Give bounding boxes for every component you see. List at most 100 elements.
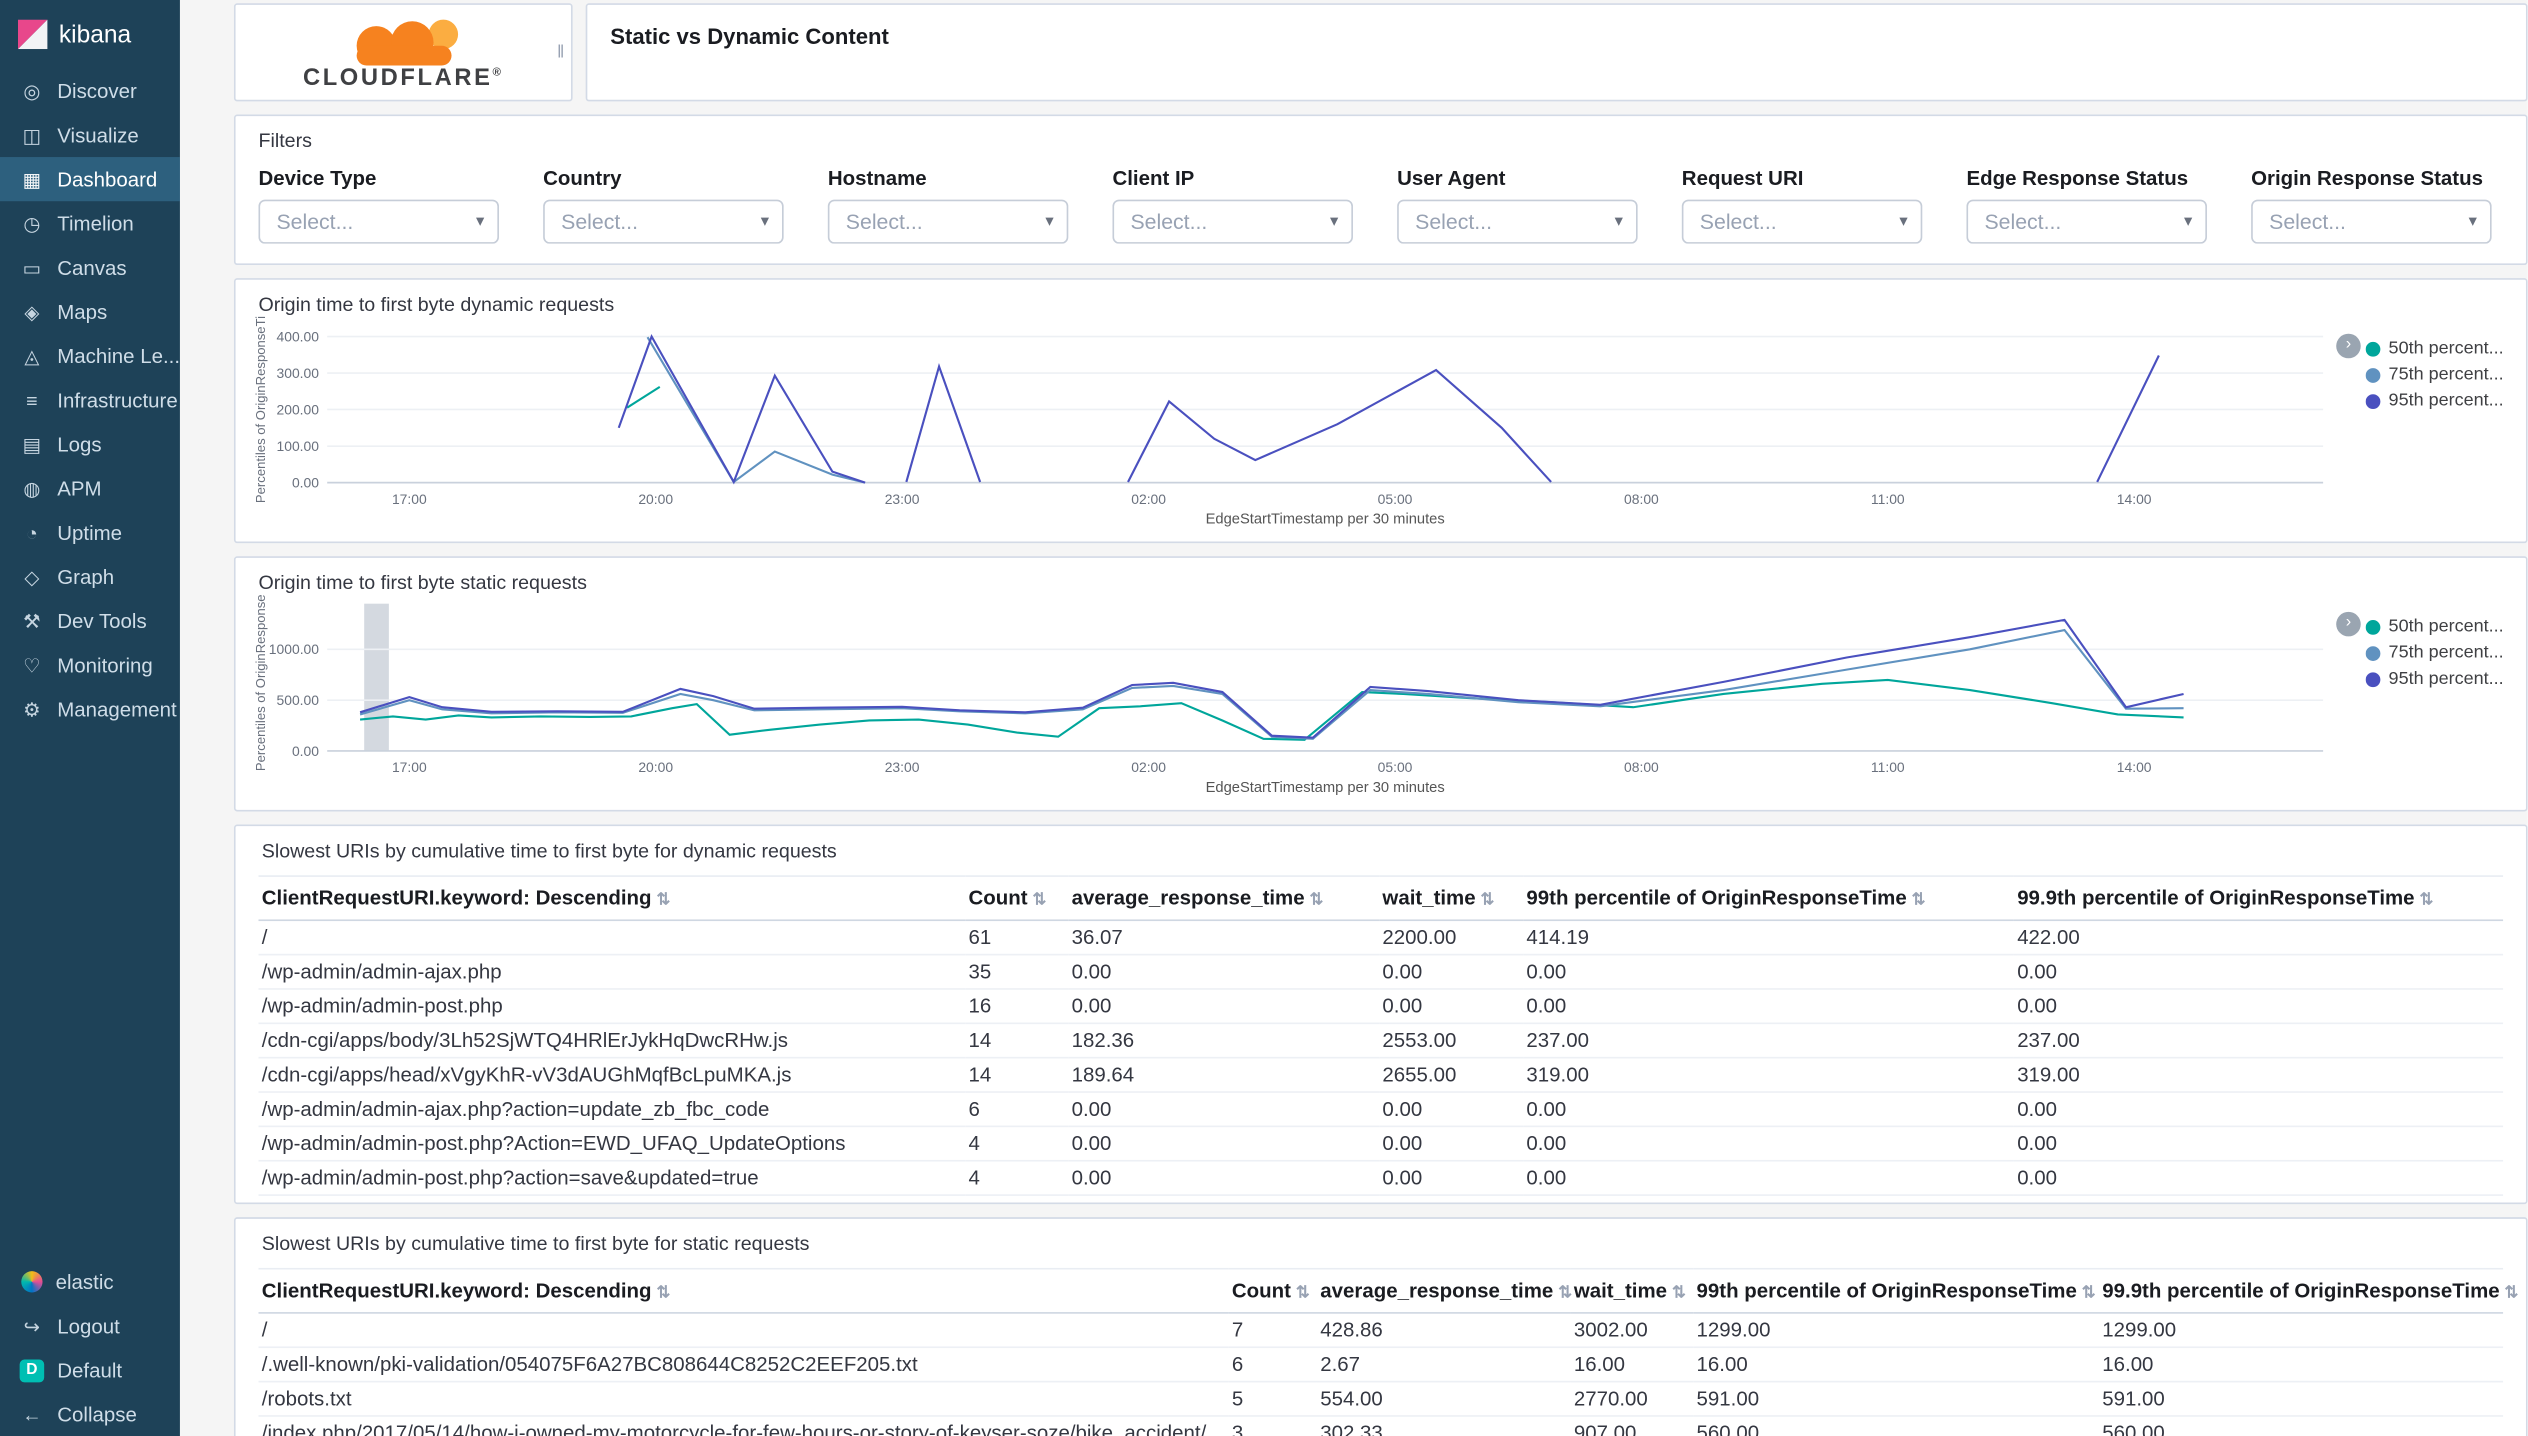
filter-label: Country bbox=[543, 166, 622, 190]
table-header-cell[interactable]: Count ⇅ bbox=[965, 875, 1069, 922]
cell-p99: 560.00 bbox=[1693, 1415, 2099, 1436]
table-header-cell[interactable]: 99.9th percentile of OriginResponseTime ⇅ bbox=[2013, 875, 2504, 922]
legend-toggle-icon[interactable]: › bbox=[2336, 333, 2361, 359]
sidebar-item-label: Maps bbox=[57, 300, 108, 324]
sort-icon[interactable]: ⇅ bbox=[2082, 1284, 2096, 1302]
sidebar-item[interactable]: ◇ Graph bbox=[0, 555, 180, 599]
svg-text:11:00: 11:00 bbox=[1871, 491, 1905, 507]
sidebar-item-label: Infrastructure bbox=[57, 388, 178, 412]
column-label: Count bbox=[1231, 1279, 1291, 1303]
sidebar-footer-item[interactable]: D Default bbox=[0, 1348, 180, 1392]
table-header-cell[interactable]: 99.9th percentile of OriginResponseTime ⇅ bbox=[2098, 1267, 2518, 1314]
sort-icon[interactable]: ⇅ bbox=[1912, 892, 1926, 910]
table-header-cell[interactable]: 99th percentile of OriginResponseTime ⇅ bbox=[1523, 875, 2014, 922]
cell-p99: 0.00 bbox=[1523, 988, 2014, 1025]
legend-toggle-icon[interactable]: › bbox=[2336, 611, 2361, 637]
sort-icon[interactable]: ⇅ bbox=[1558, 1284, 1572, 1302]
sort-icon[interactable]: ⇅ bbox=[1672, 1284, 1686, 1302]
dashboard-title-panel: Static vs Dynamic Content bbox=[585, 3, 2528, 102]
sidebar-footer-item[interactable]: ● elastic bbox=[0, 1260, 180, 1304]
svg-text:17:00: 17:00 bbox=[392, 491, 427, 507]
cell-uri: /index.php/2017/05/14/how-i-owned-my-mot… bbox=[258, 1415, 1229, 1436]
table-header-cell[interactable]: wait_time ⇅ bbox=[1379, 875, 1524, 922]
sidebar-item[interactable]: ◍ APM bbox=[0, 466, 180, 510]
legend-item[interactable]: 50th percent... bbox=[2365, 614, 2510, 640]
kibana-app: kibana ◎ Discover ◫ Visualize ▦ Dashboar… bbox=[0, 0, 2528, 1436]
sort-icon[interactable]: ⇅ bbox=[2505, 1284, 2519, 1302]
filter-select[interactable]: Select... ▾ bbox=[2251, 199, 2492, 244]
filter-label: Device Type bbox=[258, 166, 377, 190]
cell-count: 61 bbox=[965, 920, 1069, 956]
sidebar-item[interactable]: ◬ Machine Le... bbox=[0, 334, 180, 378]
column-label: 99.9th percentile of OriginResponseTime bbox=[2102, 1279, 2500, 1303]
table-header-cell[interactable]: ClientRequestURI.keyword: Descending ⇅ bbox=[258, 1267, 1229, 1314]
sort-icon[interactable]: ⇅ bbox=[1310, 892, 1324, 910]
sort-icon[interactable]: ⇅ bbox=[1296, 1284, 1310, 1302]
cell-uri: / bbox=[258, 920, 966, 956]
table-header-cell[interactable]: ClientRequestURI.keyword: Descending ⇅ bbox=[258, 875, 966, 922]
legend-item[interactable]: 75th percent... bbox=[2365, 362, 2510, 388]
sidebar-item[interactable]: ▭ Canvas bbox=[0, 245, 180, 289]
cell-count: 3 bbox=[1228, 1415, 1317, 1436]
table-header-cell[interactable]: 99th percentile of OriginResponseTime ⇅ bbox=[1693, 1267, 2099, 1314]
filter-select[interactable]: Select... ▾ bbox=[258, 199, 499, 244]
cell-wait-time: 0.00 bbox=[1379, 988, 1524, 1025]
table-header-cell[interactable]: wait_time ⇅ bbox=[1570, 1267, 1694, 1314]
panel-drag-handle-icon[interactable]: ‖ bbox=[557, 43, 566, 63]
svg-text:200.00: 200.00 bbox=[277, 401, 320, 417]
table-header-cell[interactable]: average_response_time ⇅ bbox=[1316, 1267, 1572, 1314]
sort-icon[interactable]: ⇅ bbox=[1481, 892, 1495, 910]
table-header-cell[interactable]: Count ⇅ bbox=[1228, 1267, 1317, 1314]
filter-select[interactable]: Select... ▾ bbox=[827, 199, 1069, 244]
cloudflare-cloud-icon bbox=[313, 17, 493, 69]
sort-icon[interactable]: ⇅ bbox=[656, 892, 670, 910]
filter-field: Client IP Select... ▾ bbox=[1112, 167, 1353, 244]
sort-icon[interactable]: ⇅ bbox=[2419, 892, 2433, 910]
filters-row: Device Type Select... ▾ Country Select..… bbox=[258, 167, 2503, 244]
sidebar-item[interactable]: ◷ Timelion bbox=[0, 201, 180, 245]
svg-text:500.00: 500.00 bbox=[277, 692, 320, 708]
filter-select[interactable]: Select... ▾ bbox=[1681, 199, 1923, 244]
legend-dot-icon bbox=[2365, 341, 2381, 356]
sidebar-footer-item[interactable]: ↪ Logout bbox=[0, 1304, 180, 1348]
sidebar-item[interactable]: ⚙ Management bbox=[0, 687, 180, 731]
legend-item[interactable]: 95th percent... bbox=[2365, 388, 2510, 414]
legend-label: 95th percent... bbox=[2388, 669, 2504, 689]
sidebar-item-icon: ⚒ bbox=[23, 609, 41, 633]
sidebar-item[interactable]: ▤ Logs bbox=[0, 422, 180, 466]
sidebar: kibana ◎ Discover ◫ Visualize ▦ Dashboar… bbox=[0, 0, 180, 1436]
sidebar-item[interactable]: ◈ Maps bbox=[0, 290, 180, 334]
legend-item[interactable]: 50th percent... bbox=[2365, 335, 2510, 361]
filter-select[interactable]: Select... ▾ bbox=[1112, 199, 1353, 244]
sidebar-footer-item[interactable]: ← Collapse bbox=[0, 1392, 180, 1436]
legend-item[interactable]: 75th percent... bbox=[2365, 640, 2510, 666]
sidebar-item[interactable]: ◫ Visualize bbox=[0, 113, 180, 157]
sidebar-item[interactable]: ⚒ Dev Tools bbox=[0, 599, 180, 643]
filter-select[interactable]: Select... ▾ bbox=[1966, 199, 2207, 244]
cell-p99: 16.00 bbox=[1693, 1347, 2099, 1383]
cell-avg-response-time: 182.36 bbox=[1068, 1023, 1380, 1059]
sidebar-item[interactable]: ▦ Dashboard bbox=[0, 157, 180, 202]
sidebar-item[interactable]: ◎ Discover bbox=[0, 69, 180, 113]
svg-text:02:00: 02:00 bbox=[1131, 491, 1166, 507]
cell-p999: 422.00 bbox=[2013, 920, 2504, 956]
sidebar-item-icon: ◇ bbox=[24, 565, 40, 589]
filter-select[interactable]: Select... ▾ bbox=[1397, 199, 1638, 244]
sidebar-item[interactable]: ♡ Monitoring bbox=[0, 643, 180, 687]
filter-select[interactable]: Select... ▾ bbox=[543, 199, 784, 244]
sort-icon[interactable]: ⇅ bbox=[656, 1284, 670, 1302]
chevron-down-icon: ▾ bbox=[1045, 212, 1054, 231]
table-header-cell[interactable]: average_response_time ⇅ bbox=[1068, 875, 1380, 922]
svg-text:08:00: 08:00 bbox=[1624, 759, 1659, 775]
cell-p999: 0.00 bbox=[2013, 1092, 2504, 1128]
chevron-down-icon: ▾ bbox=[760, 212, 769, 231]
legend-item[interactable]: 95th percent... bbox=[2365, 666, 2510, 692]
legend-dot-icon bbox=[2365, 645, 2381, 661]
sidebar-item[interactable]: ◔ Uptime bbox=[0, 510, 180, 554]
svg-text:08:00: 08:00 bbox=[1624, 491, 1659, 507]
cell-count: 5 bbox=[1228, 1381, 1317, 1417]
sort-icon[interactable]: ⇅ bbox=[1032, 892, 1046, 910]
kibana-brand[interactable]: kibana bbox=[0, 0, 180, 69]
sidebar-item[interactable]: ≡ Infrastructure bbox=[0, 378, 180, 422]
cell-p999: 0.00 bbox=[2013, 1195, 2504, 1203]
